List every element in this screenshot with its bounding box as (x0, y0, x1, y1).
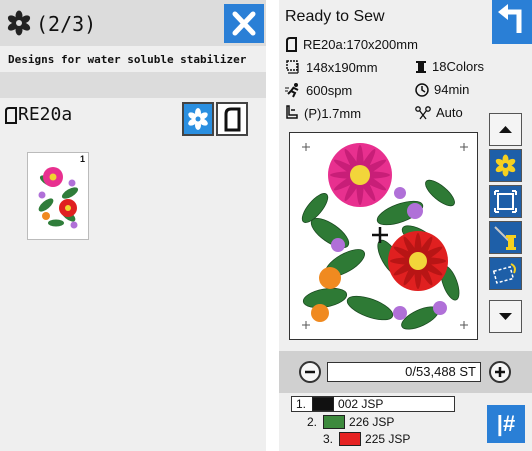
basting-button[interactable] (489, 257, 522, 290)
hoop-icon (224, 107, 241, 132)
thread-cut-mode: Auto (436, 105, 463, 120)
thread-index: 1. (296, 397, 307, 411)
thread-list-item[interactable]: 1. 002 JSP (291, 396, 455, 412)
stitch-back-button[interactable] (299, 361, 321, 383)
page-title: Ready to Sew (285, 8, 385, 25)
stitch-forward-button[interactable] (489, 361, 511, 383)
plus-icon (495, 367, 505, 377)
design-thumbnail[interactable]: 1 (27, 152, 89, 240)
embroidery-preview (289, 132, 478, 340)
back-arrow-icon (498, 4, 522, 33)
trial-outline-button[interactable] (489, 185, 522, 218)
triangle-up-icon (499, 126, 512, 133)
scissors-icon (415, 105, 431, 119)
design-size-row: 148x190mm (285, 59, 378, 75)
thread-swatch (339, 432, 362, 446)
basting-icon (492, 263, 516, 284)
thread-number-button[interactable]: |# (487, 405, 525, 443)
sewing-time: 94min (434, 82, 470, 97)
presser-row: (P)1.7mm (285, 105, 361, 121)
clock-icon (415, 82, 429, 97)
thread-swatch (312, 397, 335, 411)
thread-index: 2. (307, 415, 318, 429)
thread-list-item[interactable]: 3. 225 JSP (323, 432, 410, 446)
scroll-down-button[interactable] (489, 300, 522, 333)
presser-foot-icon (286, 105, 298, 119)
thread-cut-row: Auto (415, 105, 463, 120)
scroll-up-button[interactable] (489, 113, 522, 146)
hoop-icon (5, 106, 17, 124)
hoop-info-row: RE20a:170x200mm (285, 36, 418, 52)
needle-spool-icon (494, 226, 516, 250)
close-button[interactable] (224, 4, 264, 43)
thread-code: 225 (365, 432, 386, 446)
sewing-speed: 600spm (306, 82, 353, 98)
trial-frame-icon (494, 190, 517, 213)
triangle-down-icon (499, 313, 512, 320)
starting-point-button[interactable] (489, 221, 522, 254)
hoop-info: RE20a:170x200mm (303, 36, 418, 52)
stitch-counter: 0/53,488 ST (327, 362, 481, 382)
design-size: 148x190mm (306, 59, 378, 75)
show-pattern-toggle[interactable] (182, 102, 214, 136)
embroidery-design-image (301, 143, 468, 330)
thread-list-item[interactable]: 2. 226 JSP (307, 415, 394, 429)
thread-index: 3. (323, 432, 334, 446)
selection-header: (2/3) (0, 0, 266, 46)
thread-brand: JSP (388, 432, 411, 446)
thread-code: 226 (349, 415, 370, 429)
speed-running-icon (285, 83, 299, 98)
close-icon (232, 11, 256, 36)
hoop-label: RE20a (18, 104, 73, 125)
embroidery-edit-button[interactable] (489, 149, 522, 182)
thread-swatch (323, 415, 346, 429)
design-selection-panel: (2/3) Designs for water soluble stabiliz… (0, 0, 266, 451)
flower-edit-icon (495, 154, 516, 177)
page-count: (2/3) (36, 12, 97, 36)
thread-brand: JSP (361, 397, 384, 411)
flower-icon (188, 108, 208, 130)
category-band (0, 72, 266, 98)
thumbnail-number: 1 (79, 154, 85, 164)
colors-row: 18Colors (415, 59, 484, 74)
speed-row: 600spm (285, 82, 352, 98)
ready-to-sew-panel: Ready to Sew RE20a:170x200mm 148x190mm 1… (279, 0, 532, 451)
back-button[interactable] (492, 0, 532, 44)
show-hoop-toggle[interactable] (216, 102, 248, 136)
design-size-icon (286, 60, 299, 74)
stitch-navigation-row: 0/53,488 ST (279, 351, 532, 393)
thread-colors-count: 18Colors (432, 59, 485, 74)
hoop-icon (286, 37, 297, 52)
embroidery-thumbnail-image (38, 167, 79, 229)
time-row: 94min (415, 82, 469, 97)
presser-foot-height: (P)1.7mm (304, 105, 362, 121)
minus-icon (305, 370, 315, 374)
flower-icon (7, 10, 31, 36)
thread-brand: JSP (372, 415, 395, 429)
spool-icon (416, 60, 426, 73)
thread-code: 002 (338, 397, 359, 411)
category-title: Designs for water soluble stabilizer (8, 53, 247, 66)
hoop-label-row: RE20a (4, 104, 72, 125)
